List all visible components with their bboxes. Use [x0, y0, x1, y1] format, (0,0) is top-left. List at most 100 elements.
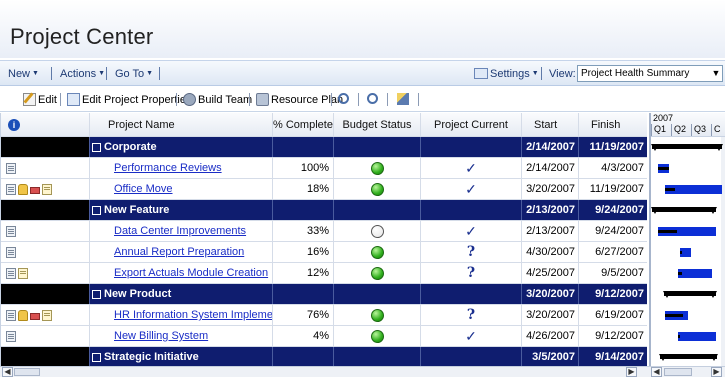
- project-link[interactable]: New Billing System: [114, 330, 208, 342]
- gantt-progress: [678, 272, 683, 275]
- group-row[interactable]: Strategic Initiative 3/5/2007 9/14/2007: [1, 347, 647, 366]
- collapse-icon[interactable]: [92, 289, 101, 299]
- table-row[interactable]: Office Move 18% ✓ 3/20/2007 11/19/2007: [1, 179, 647, 200]
- table-row[interactable]: Data Center Improvements 33% ✓ 2/13/2007 9/2…: [1, 221, 647, 242]
- percent-complete-cell: 16%: [273, 242, 334, 262]
- grid-scroll-thumb[interactable]: [14, 368, 40, 376]
- gantt-scroll-right-icon[interactable]: ▶: [711, 367, 722, 377]
- settings-menu[interactable]: Settings ▼: [474, 68, 539, 80]
- edit-button[interactable]: Edit: [23, 93, 57, 106]
- info-column-header[interactable]: i: [1, 113, 90, 136]
- project-link[interactable]: Export Actuals Module Creation: [114, 267, 268, 279]
- settings-icon: [474, 68, 488, 79]
- gantt-task-bar[interactable]: [678, 269, 713, 278]
- gantt-task-bar[interactable]: [665, 311, 689, 320]
- document-icon: [6, 246, 16, 258]
- project-name-header[interactable]: Project Name: [90, 113, 273, 136]
- budget-status-header[interactable]: Budget Status: [334, 113, 421, 136]
- group-row[interactable]: New Product 3/20/2007 9/12/2007: [1, 284, 647, 305]
- gantt-task-bar[interactable]: [658, 164, 669, 173]
- grid-header: i Project Name % Complete Budget Status …: [1, 113, 647, 137]
- table-row[interactable]: Performance Reviews 100% ✓ 2/14/2007 4/3/200…: [1, 158, 647, 179]
- project-current-cell: ✓: [421, 179, 522, 199]
- collapse-icon[interactable]: [92, 352, 101, 362]
- table-row[interactable]: HR Information System Implementation76%?…: [1, 305, 647, 326]
- gantt-scroll-thumb[interactable]: [664, 368, 692, 376]
- group-current-cell: [421, 347, 522, 366]
- toolbar-separator: [51, 67, 52, 80]
- main-toolbar: New ▼ Actions ▼ Go To ▼ Settings ▼ View: Pro…: [0, 60, 725, 86]
- zoom-out-button[interactable]: [367, 93, 380, 104]
- project-grid: i Project Name % Complete Budget Status …: [0, 113, 647, 366]
- view-select-value: Project Health Summary: [581, 68, 690, 79]
- go-to-task-button[interactable]: [397, 93, 411, 105]
- finish-header[interactable]: Finish: [579, 113, 647, 136]
- percent-complete-cell: 4%: [273, 326, 334, 346]
- view-select[interactable]: Project Health Summary ▼: [577, 65, 723, 82]
- group-current-cell: [421, 200, 522, 220]
- gantt-task-bar[interactable]: [658, 227, 716, 236]
- table-row[interactable]: Annual Report Preparation 16%? 4/30/2007 6/…: [1, 242, 647, 263]
- group-pct-cell: [273, 347, 334, 366]
- gantt-vertical-scrollbar[interactable]: [721, 137, 725, 366]
- project-link[interactable]: Office Move: [114, 183, 173, 195]
- goto-menu[interactable]: Go To ▼: [115, 68, 153, 80]
- project-link[interactable]: Annual Report Preparation: [114, 246, 244, 258]
- actions-menu[interactable]: Actions ▼: [60, 68, 105, 80]
- build-team-button[interactable]: Build Team: [183, 93, 252, 106]
- group-name-cell[interactable]: Corporate: [90, 137, 273, 157]
- question-mark-icon: ?: [466, 244, 476, 260]
- zoom-in-button[interactable]: [338, 93, 351, 104]
- project-link[interactable]: Data Center Improvements: [114, 225, 246, 237]
- scroll-left-icon[interactable]: ◀: [2, 367, 13, 377]
- toolbar-separator: [60, 93, 61, 106]
- group-budget-cell: [334, 284, 421, 304]
- project-link[interactable]: Performance Reviews: [114, 162, 222, 174]
- group-row[interactable]: Corporate 2/14/2007 11/19/2007: [1, 137, 647, 158]
- gantt-task-bar[interactable]: [665, 185, 722, 194]
- project-link[interactable]: HR Information System Implementation: [114, 309, 272, 321]
- scroll-right-icon[interactable]: ▶: [626, 367, 637, 377]
- finish-cell: 6/27/2007: [579, 242, 647, 262]
- collapse-icon[interactable]: [92, 142, 101, 152]
- document-icon: [6, 162, 16, 174]
- gantt-summary-bar[interactable]: [651, 207, 718, 214]
- team-icon: [183, 93, 196, 106]
- gantt-chart: 2007 Q1 Q2 Q3 C: [649, 113, 725, 366]
- note-icon: [18, 267, 28, 279]
- group-indicator-cell: [1, 347, 90, 366]
- start-header[interactable]: Start: [522, 113, 579, 136]
- gantt-task-bar[interactable]: [678, 332, 716, 341]
- group-name-cell[interactable]: Strategic Initiative: [90, 347, 273, 366]
- project-current-header[interactable]: Project Current: [421, 113, 522, 136]
- table-row[interactable]: Export Actuals Module Creation 12%? 4/25/2…: [1, 263, 647, 284]
- document-icon: [6, 267, 16, 279]
- action-toolbar: Edit Edit Project Properties Build Team …: [0, 88, 725, 112]
- edit-project-properties-button[interactable]: Edit Project Properties: [67, 93, 191, 106]
- new-menu[interactable]: New ▼: [8, 68, 39, 80]
- group-name-cell[interactable]: New Feature: [90, 200, 273, 220]
- budget-status-cell: [334, 326, 421, 346]
- gantt-scroll-left-icon[interactable]: ◀: [651, 367, 662, 377]
- project-name-cell: Data Center Improvements: [90, 221, 273, 241]
- green-status-icon: [370, 308, 384, 322]
- checkmark-icon: ✓: [465, 222, 477, 239]
- green-status-icon: [370, 266, 384, 280]
- gantt-summary-bar[interactable]: [651, 144, 723, 151]
- gantt-summary-bar[interactable]: [662, 291, 717, 298]
- gantt-summary-bar[interactable]: [658, 354, 718, 361]
- group-row[interactable]: New Feature 2/13/2007 9/24/2007: [1, 200, 647, 221]
- collapse-icon[interactable]: [92, 205, 101, 215]
- percent-complete-header[interactable]: % Complete: [273, 113, 334, 136]
- group-name-cell[interactable]: New Product: [90, 284, 273, 304]
- flag-icon: [30, 312, 40, 320]
- group-start-cell: 2/13/2007: [522, 200, 579, 220]
- group-budget-cell: [334, 200, 421, 220]
- indicator-cell: [1, 179, 90, 199]
- start-cell: 2/14/2007: [522, 158, 579, 178]
- project-name-cell: Export Actuals Module Creation: [90, 263, 273, 283]
- table-row[interactable]: New Billing System 4% ✓ 4/26/2007 9/12/2007: [1, 326, 647, 347]
- group-budget-cell: [334, 137, 421, 157]
- percent-complete-cell: 33%: [273, 221, 334, 241]
- gantt-task-bar[interactable]: [679, 248, 691, 257]
